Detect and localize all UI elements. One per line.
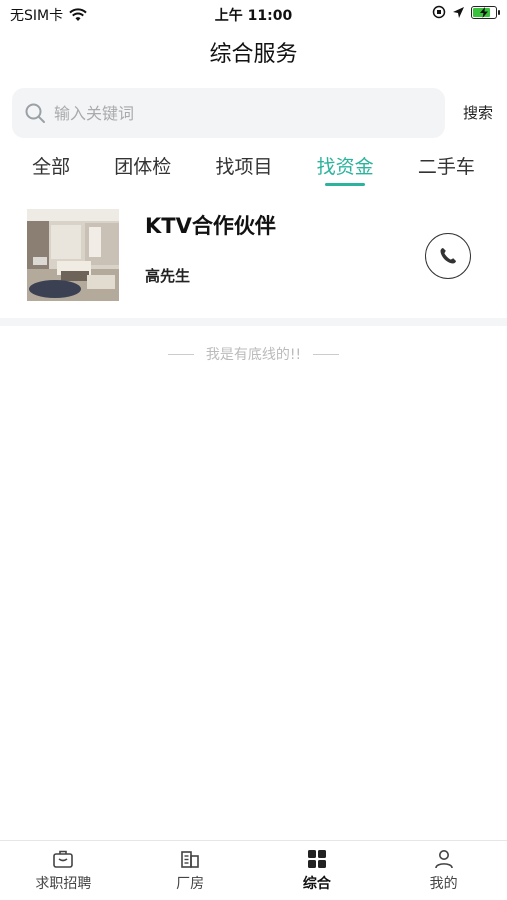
category-tabs: 全部 团体检 找项目 找资金 二手车 (0, 148, 507, 188)
battery-icon (471, 5, 500, 19)
listing-card[interactable]: KTV合作伙伴 高先生 (0, 200, 507, 318)
tab-group-checkup[interactable]: 团体检 (114, 148, 171, 188)
search-bar[interactable] (12, 88, 445, 138)
status-time: 上午 11:00 (214, 8, 293, 24)
tabbar-item-factory[interactable]: 厂房 (127, 841, 254, 900)
end-of-list-indicator: 我是有底线的!! (0, 344, 507, 364)
person-icon (434, 850, 453, 869)
search-input[interactable] (54, 103, 414, 123)
tabbar-label-general: 综合 (302, 876, 331, 892)
tab-used-cars[interactable]: 二手车 (418, 148, 475, 188)
location-icon (453, 6, 464, 18)
end-of-list-text: 我是有底线的!! (205, 347, 302, 363)
bottom-tab-bar: 求职招聘 厂房 综合 我的 (0, 840, 507, 900)
tabbar-label-jobs: 求职招聘 (35, 876, 92, 892)
listing-contact-name: 高先生 (145, 267, 191, 285)
search-icon (25, 103, 45, 123)
status-right (432, 5, 500, 19)
tabbar-item-general[interactable]: 综合 (254, 841, 381, 900)
status-bar: 无SIM卡 上午 11:00 (0, 0, 507, 28)
charging-bolt-icon (480, 6, 488, 18)
section-divider (0, 318, 507, 326)
tabbar-label-factory: 厂房 (176, 876, 205, 892)
grid-icon (307, 850, 326, 868)
building-icon (181, 851, 199, 868)
tabbar-item-mine[interactable]: 我的 (380, 841, 507, 900)
tab-all[interactable]: 全部 (32, 148, 70, 188)
tab-find-funding[interactable]: 找资金 (317, 148, 374, 188)
room-photo-image (27, 209, 119, 301)
briefcase-icon (53, 850, 74, 868)
listing-title: KTV合作伙伴 (145, 214, 276, 238)
divider-right (313, 353, 340, 355)
search-button[interactable]: 搜索 (463, 102, 493, 123)
page-title: 综合服务 (209, 42, 298, 67)
tabbar-label-mine: 我的 (429, 876, 458, 892)
orientation-lock-icon (432, 5, 446, 19)
tab-find-project[interactable]: 找项目 (215, 148, 272, 188)
listing-thumbnail[interactable] (27, 209, 119, 301)
phone-icon (440, 248, 456, 264)
tabbar-item-jobs[interactable]: 求职招聘 (0, 841, 127, 900)
call-button[interactable] (425, 233, 471, 279)
divider-left (167, 353, 194, 355)
